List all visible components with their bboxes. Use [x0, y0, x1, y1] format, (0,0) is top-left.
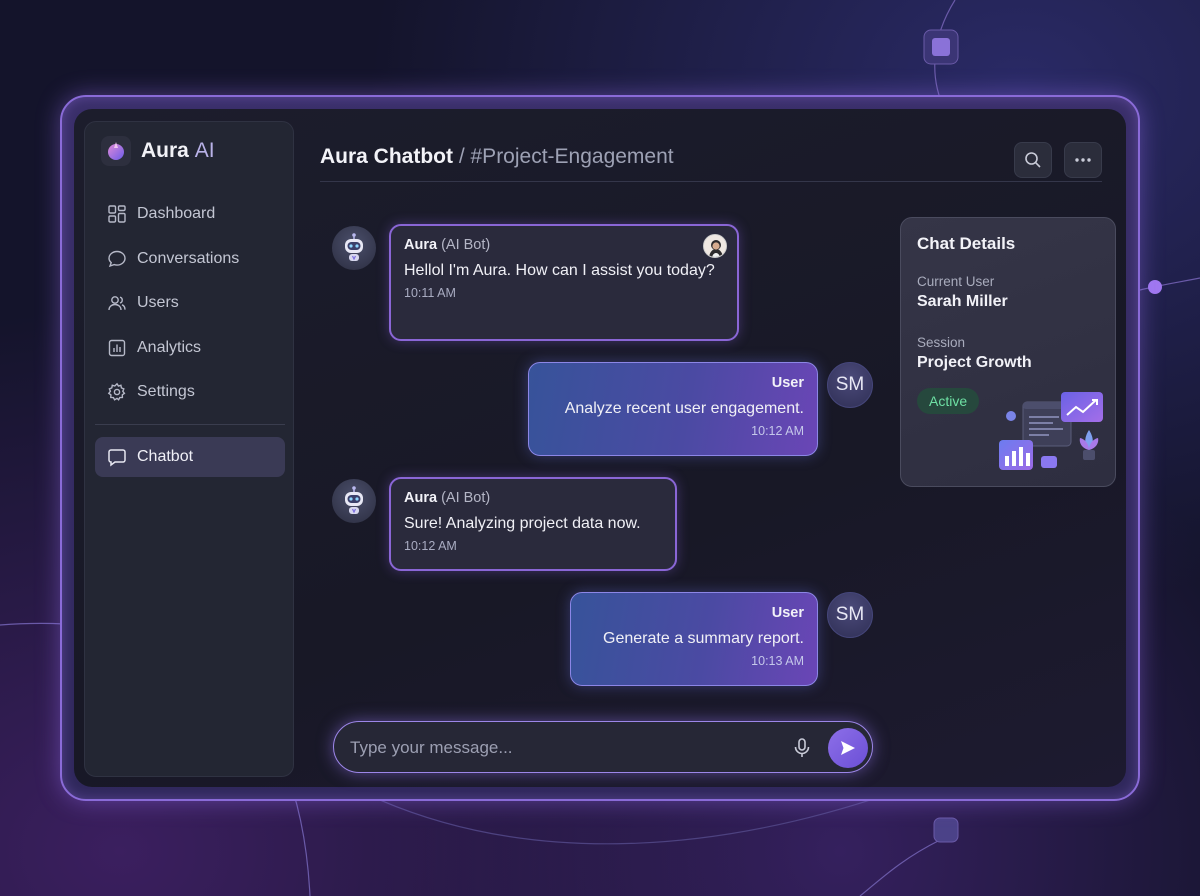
- bar-chart-icon: [108, 339, 126, 356]
- sidebar-item-analytics[interactable]: Analytics: [95, 328, 285, 368]
- message-sender: User: [771, 375, 804, 391]
- message-text: Hellol I'm Aura. How can I assist you to…: [404, 262, 715, 279]
- message-time: 10:11 AM: [404, 286, 456, 300]
- analytics-illustration-icon: [999, 392, 1103, 470]
- search-button[interactable]: [1014, 142, 1052, 178]
- sidebar-item-label: Users: [137, 294, 179, 311]
- sidebar-item-users[interactable]: Users: [95, 283, 285, 323]
- message-bubble-bot: Aura (AI Bot) Hellol I'm Aura. How can I…: [389, 224, 739, 341]
- brand-name: Aura AI: [141, 139, 215, 162]
- session-label: Session: [917, 335, 966, 350]
- sidebar: Aura AI Dashboard Conversations Users An…: [84, 121, 294, 777]
- message-text: Sure! Analyzing project data now.: [404, 515, 641, 532]
- status-badge: Active: [917, 388, 980, 414]
- message-time: 10:12 AM: [404, 539, 457, 553]
- message-composer: [333, 721, 873, 773]
- brand-accent: AI: [194, 139, 215, 162]
- chat-header: Aura Chatbot / #Project-Engagement: [320, 133, 1102, 178]
- sidebar-item-settings[interactable]: Settings: [95, 372, 285, 412]
- message-bubble-user: User Generate a summary report. 10:13 AM: [570, 592, 818, 686]
- sidebar-item-dashboard[interactable]: Dashboard: [95, 194, 285, 234]
- message-bubble-bot: Aura (AI Bot) Sure! Analyzing project da…: [389, 477, 677, 571]
- message-bubble-user: User Analyze recent user engagement. 10:…: [528, 362, 818, 456]
- users-icon: [108, 296, 126, 311]
- sidebar-item-label: Analytics: [137, 338, 202, 356]
- brand[interactable]: Aura AI: [101, 136, 215, 166]
- microphone-icon[interactable]: [790, 736, 814, 760]
- message-sender: Aura (AI Bot): [404, 237, 491, 253]
- chat-title: Aura Chatbot: [320, 145, 453, 168]
- bot-avatar: [332, 479, 376, 523]
- more-options-button[interactable]: [1064, 142, 1102, 178]
- sidebar-item-label: Conversations: [137, 249, 240, 267]
- send-button[interactable]: [828, 728, 868, 768]
- more-dots-icon: [1075, 158, 1091, 162]
- sidebar-item-label: Chatbot: [137, 448, 194, 465]
- message-time: 10:13 AM: [751, 654, 804, 668]
- message-input[interactable]: [350, 735, 770, 761]
- current-user-label: Current User: [917, 274, 995, 289]
- user-avatar: SM: [827, 362, 873, 408]
- current-user-value: Sarah Miller: [917, 293, 1008, 310]
- sidebar-item-conversations[interactable]: Conversations: [95, 239, 285, 279]
- aura-logo-icon: [101, 136, 131, 166]
- message-text: Analyze recent user engagement.: [564, 400, 804, 417]
- message-sender: User: [771, 605, 804, 621]
- sidebar-nav: Dashboard Conversations Users Analytics …: [95, 194, 285, 482]
- gear-icon: [107, 382, 126, 401]
- message-time: 10:12 AM: [751, 424, 804, 438]
- sidebar-item-label: Settings: [137, 383, 195, 400]
- chat-bubble-icon: [108, 250, 126, 267]
- robot-icon: [345, 486, 363, 514]
- send-icon: [841, 741, 855, 755]
- message-text: Generate a summary report.: [603, 630, 804, 647]
- user-avatar: SM: [827, 592, 873, 638]
- grid-icon: [108, 205, 126, 223]
- message-sender: Aura (AI Bot): [404, 490, 491, 506]
- user-photo-avatar: [703, 234, 727, 258]
- robot-icon: [345, 233, 363, 261]
- header-divider: [320, 181, 1102, 182]
- bot-avatar: [332, 226, 376, 270]
- sidebar-divider: [95, 424, 285, 425]
- search-icon: [1025, 152, 1041, 168]
- page-title: Aura Chatbot / #Project-Engagement: [320, 145, 674, 169]
- sidebar-item-chatbot[interactable]: Chatbot: [95, 437, 285, 477]
- chat-bubble-icon: [108, 449, 126, 467]
- chat-details-panel: Chat Details Current User Sarah Miller S…: [900, 217, 1116, 487]
- details-title: Chat Details: [917, 234, 1016, 253]
- app-window: Aura AI Dashboard Conversations Users An…: [60, 95, 1140, 801]
- channel-name: / #Project-Engagement: [453, 145, 674, 168]
- app-content: Aura AI Dashboard Conversations Users An…: [74, 109, 1126, 787]
- session-value: Project Growth: [917, 354, 1032, 371]
- sidebar-item-label: Dashboard: [137, 205, 216, 222]
